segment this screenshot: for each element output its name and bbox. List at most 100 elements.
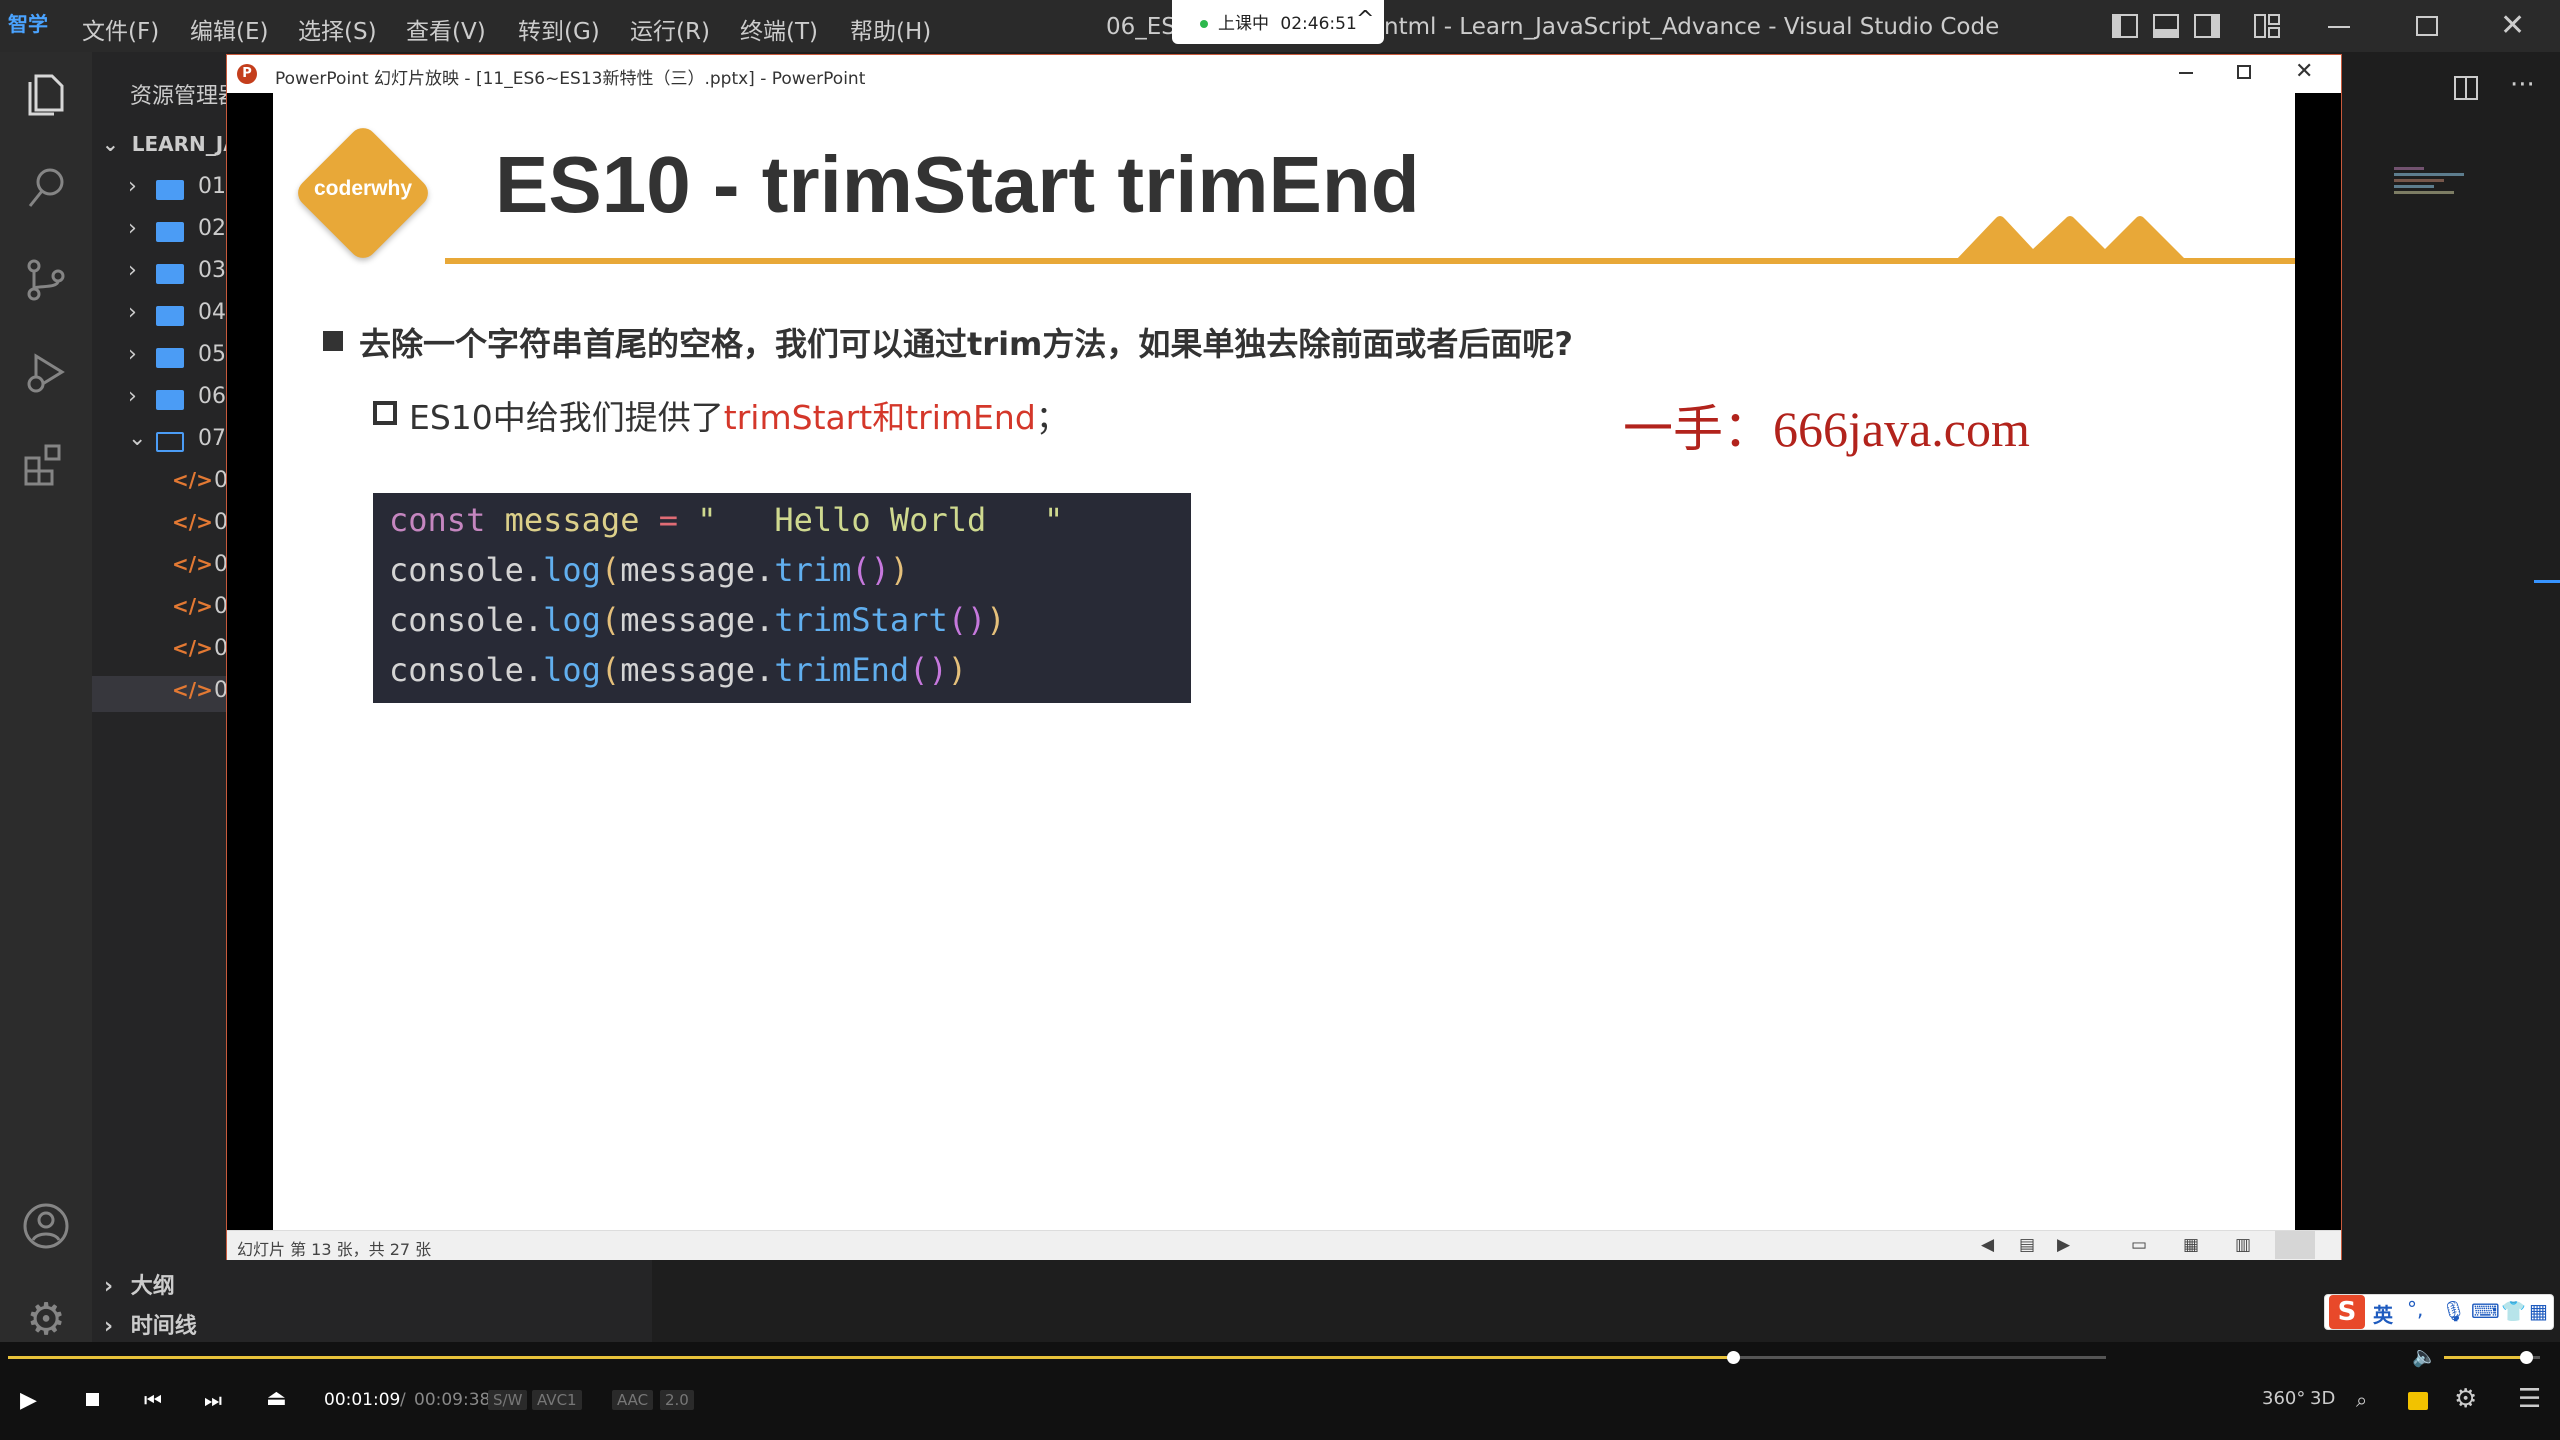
code-line-3: console.log(message.trimStart()) <box>389 601 1006 639</box>
file-item[interactable]: </> 0 <box>92 508 227 544</box>
folder-item[interactable]: › 02 <box>92 214 227 250</box>
slideshow-view-icon[interactable] <box>2275 1231 2315 1259</box>
source-control-icon[interactable] <box>22 256 70 304</box>
menu-item[interactable]: 选择(S) <box>298 12 377 46</box>
volume-knob[interactable] <box>2519 1351 2533 1364</box>
toggle-panel-icon[interactable] <box>2153 14 2179 38</box>
code-line-1: const message = " Hello World " <box>389 501 1064 539</box>
chevron-up-icon[interactable]: ^ <box>1356 0 1374 44</box>
previous-icon[interactable]: ⏮ <box>144 1388 162 1412</box>
slide-title: ES10 - trimStart trimEnd <box>495 140 1420 229</box>
prev-slide-icon[interactable]: ◀ <box>1981 1235 1994 1255</box>
ppt-maximize-icon[interactable] <box>2237 65 2251 79</box>
chevron-right-icon: › <box>128 258 137 283</box>
folder-item[interactable]: › 05 <box>92 340 227 376</box>
menu-slide-icon[interactable]: ▤ <box>2019 1235 2035 1255</box>
project-root[interactable]: ⌄ LEARN_JA <box>92 132 227 164</box>
extensions-icon[interactable] <box>22 440 70 488</box>
folder-icon <box>156 222 184 242</box>
folder-item[interactable]: › 03 <box>92 256 227 292</box>
menu-item[interactable]: 帮助(H) <box>850 12 931 46</box>
bullet-square-icon <box>323 331 343 351</box>
folder-item[interactable]: › 06 <box>92 382 227 418</box>
file-item[interactable]: </> 0 <box>92 592 227 628</box>
menu-item[interactable]: 运行(R) <box>630 12 710 46</box>
punctuation-icon[interactable]: °, <box>2407 1297 2423 1321</box>
menu-item[interactable]: 文件(F) <box>82 12 159 46</box>
folder-item[interactable]: ⌄ 07 <box>92 424 227 460</box>
split-editor-icon[interactable] <box>2454 76 2478 100</box>
mic-icon[interactable]: 🎙 <box>2441 1299 2466 1323</box>
ime-toolbar[interactable]: S 英 °, 🎙 ⌨ 👕 ▦ <box>2324 1294 2554 1330</box>
toggle-secondary-sidebar-icon[interactable] <box>2194 14 2220 38</box>
chevron-down-icon: ⌄ <box>102 132 119 156</box>
outline-section[interactable]: › 大纲 <box>104 1268 175 1300</box>
play-icon[interactable]: ▶ <box>20 1388 37 1413</box>
menu-item[interactable]: 转到(G) <box>518 12 600 46</box>
video-player-bar: 🔈 ▶ ⏮ ⏭ ⏏ 00:01:09 / 00:09:38 S/W AVC1 AAC… <box>0 1342 2560 1440</box>
ppt-minimize-icon[interactable] <box>2179 72 2193 74</box>
ime-lang[interactable]: 英 <box>2373 1299 2393 1328</box>
stop-icon[interactable] <box>86 1393 99 1406</box>
customize-layout-icon[interactable] <box>2254 14 2280 38</box>
folder-item[interactable]: › 04 <box>92 298 227 334</box>
file-item[interactable]: </> 0 <box>92 634 227 670</box>
recording-badge[interactable]: 上课中 02:46:51 ^ <box>1172 0 1384 44</box>
html-file-icon: </> <box>172 594 213 618</box>
folder-item[interactable]: › 01 <box>92 172 227 208</box>
player-settings-icon[interactable]: ⚙ <box>2454 1384 2477 1414</box>
bullet-hollow-square-icon <box>373 401 397 425</box>
run-debug-icon[interactable] <box>22 348 70 396</box>
project-root-label: LEARN_JA <box>131 132 227 156</box>
subtitle-icon[interactable] <box>2408 1392 2428 1410</box>
reading-view-icon[interactable]: ▥ <box>2235 1235 2251 1255</box>
file-item[interactable]: </> 0 <box>92 466 227 502</box>
ppt-window-title: PowerPoint 幻灯片放映 - [11_ES6~ES13新特性（三）.pp… <box>275 69 866 89</box>
sorter-view-icon[interactable]: ▦ <box>2183 1235 2199 1255</box>
html-file-icon: </> <box>172 468 213 492</box>
vr-360-label[interactable]: 360° <box>2262 1388 2305 1409</box>
minimize-icon[interactable] <box>2328 26 2350 28</box>
toolbox-icon[interactable]: ▦ <box>2529 1299 2548 1323</box>
keyboard-icon[interactable]: ⌨ <box>2471 1299 2500 1323</box>
current-time: 00:01:09 <box>324 1390 401 1410</box>
skin-icon[interactable]: 👕 <box>2501 1299 2526 1323</box>
3d-label[interactable]: 3D <box>2310 1388 2335 1409</box>
search-icon[interactable] <box>22 164 70 212</box>
menu-item[interactable]: 编辑(E) <box>190 12 268 46</box>
stream-tag: 2.0 <box>660 1390 694 1410</box>
restore-icon[interactable] <box>2416 16 2438 36</box>
normal-view-icon[interactable]: ▭ <box>2131 1235 2147 1255</box>
chevron-right-icon: › <box>128 216 137 241</box>
recording-status: 上课中 <box>1218 14 1269 34</box>
account-icon[interactable] <box>22 1202 70 1250</box>
volume-fill <box>2444 1356 2526 1359</box>
timeline-section[interactable]: › 时间线 <box>104 1308 197 1340</box>
eject-icon[interactable]: ⏏ <box>266 1386 287 1411</box>
folder-icon <box>156 264 184 284</box>
seek-knob[interactable] <box>1726 1351 1740 1364</box>
chevron-right-icon: › <box>104 1274 114 1299</box>
more-actions-icon[interactable]: ··· <box>2510 70 2535 100</box>
next-icon[interactable]: ⏭ <box>204 1388 222 1412</box>
explorer-icon[interactable] <box>22 70 70 118</box>
settings-gear-icon[interactable]: ⚙ <box>22 1296 70 1344</box>
menu-item[interactable]: 终端(T) <box>740 12 818 46</box>
chevron-right-icon: › <box>128 300 137 325</box>
file-item[interactable]: </> 0 <box>92 550 227 586</box>
player-menu-icon[interactable]: ☰ <box>2518 1384 2541 1414</box>
seek-track[interactable] <box>8 1356 2106 1359</box>
menu-item[interactable]: 查看(V) <box>406 12 486 46</box>
next-slide-icon[interactable]: ▶ <box>2057 1235 2070 1255</box>
bullet-2: ES10中给我们提供了trimStart和trimEnd； <box>409 391 1069 439</box>
close-icon[interactable]: ✕ <box>2500 8 2530 44</box>
slide: coderwhy ES10 - trimStart trimEnd 去除一个字符… <box>273 93 2295 1231</box>
zoom-search-icon[interactable]: ⌕ <box>2356 1388 2367 1412</box>
file-item[interactable]: </> 0 <box>92 676 227 712</box>
minimap[interactable] <box>2394 164 2474 234</box>
ppt-close-icon[interactable]: ✕ <box>2295 59 2313 84</box>
toggle-sidebar-icon[interactable] <box>2112 14 2138 38</box>
volume-icon[interactable]: 🔈 <box>2412 1344 2437 1368</box>
sogou-logo-icon: S <box>2329 1295 2365 1329</box>
folder-icon <box>156 432 184 452</box>
